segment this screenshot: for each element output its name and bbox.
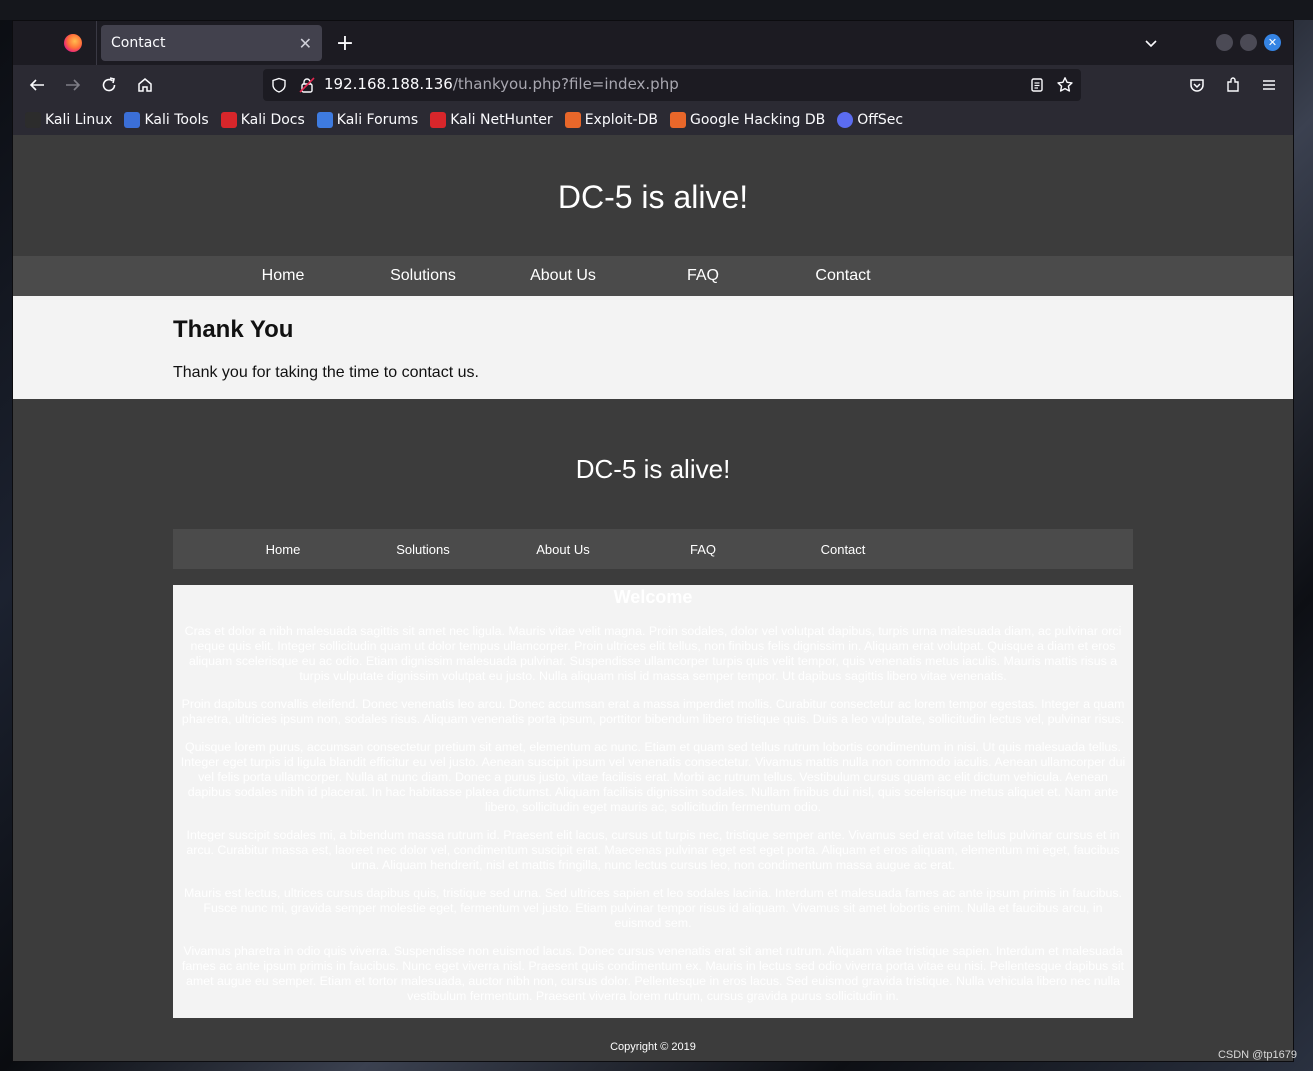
exploit-db-icon <box>564 112 581 128</box>
url-text[interactable]: 192.168.188.136/thankyou.php?file=index.… <box>324 75 679 93</box>
included-menu-item-home[interactable]: Home <box>213 542 353 557</box>
bookmark-label: Kali Tools <box>144 112 209 128</box>
bookmark-star-icon[interactable] <box>1055 75 1075 95</box>
tab-contact[interactable]: Contact ✕ <box>101 25 322 61</box>
desktop-top-bar <box>0 0 1313 20</box>
maximize-button[interactable] <box>1240 34 1257 51</box>
menu-item-home[interactable]: Home <box>213 267 353 285</box>
firefox-window: Contact ✕ + ✕ 192.168.188.136/thankyou.p… <box>12 20 1294 1062</box>
menu-item-faq[interactable]: FAQ <box>633 267 773 285</box>
thank-you-message: Thank you for taking the time to contact… <box>173 364 479 381</box>
tab-strip: Contact ✕ + ✕ <box>13 21 1293 65</box>
url-path: /thankyou.php?file=index.php <box>452 75 679 93</box>
csdn-watermark: CSDN @tp1679 <box>1217 1049 1297 1061</box>
bookmark-kali-forums[interactable]: Kali Forums <box>316 112 419 128</box>
home-icon[interactable] <box>131 71 159 99</box>
new-tab-plus-icon[interactable]: + <box>331 29 359 57</box>
bookmark-label: Kali Docs <box>240 112 305 128</box>
google-hacking-db-icon <box>669 112 686 128</box>
site-title: DC-5 is alive! <box>557 179 749 215</box>
welcome-paragraph: Cras et dolor a nibh malesuada sagittis … <box>184 624 1122 683</box>
firefox-logo-icon[interactable] <box>64 34 82 52</box>
bookmark-kali-nethunter[interactable]: Kali NetHunter <box>430 112 553 128</box>
bookmarks-toolbar: Kali Linux Kali Tools Kali Docs Kali For… <box>13 105 1293 135</box>
bookmark-google-hacking-db[interactable]: Google Hacking DB <box>669 112 826 128</box>
page-content: DC-5 is alive! Home Solutions About Us F… <box>13 135 1293 1061</box>
bookmark-offsec[interactable]: OffSec <box>837 112 903 128</box>
menu-item-contact[interactable]: Contact <box>773 267 913 285</box>
kali-forums-icon <box>316 112 333 128</box>
included-menu-item-contact[interactable]: Contact <box>773 542 913 557</box>
bookmark-label: Kali Forums <box>336 112 419 128</box>
bookmark-label: Kali Linux <box>45 112 113 128</box>
welcome-paragraph: Mauris est lectus, ultrices cursus dapib… <box>183 886 1123 930</box>
bookmark-label: OffSec <box>857 112 904 128</box>
welcome-section: Welcome Cras et dolor a nibh malesuada s… <box>173 585 1133 1018</box>
forward-arrow-icon[interactable] <box>59 71 87 99</box>
welcome-paragraph: Vivamus pharetra in odio quis viverra. S… <box>181 944 1125 1003</box>
welcome-paragraph: Quisque lorem purus, accumsan consectetu… <box>180 740 1126 814</box>
kali-nethunter-icon <box>430 112 447 128</box>
bookmark-label: Kali NetHunter <box>450 112 553 128</box>
tab-separator <box>96 21 97 65</box>
shield-icon[interactable] <box>269 75 289 95</box>
app-menu-hamburger-icon[interactable] <box>1255 71 1283 99</box>
tab-title: Contact <box>111 35 166 51</box>
bookmark-kali-linux[interactable]: Kali Linux <box>25 112 112 128</box>
footer-site-title: DC-5 is alive! <box>575 454 731 484</box>
menu-item-about-us[interactable]: About Us <box>493 267 633 285</box>
thank-you-heading: Thank You <box>173 316 294 343</box>
kali-dragon-icon <box>25 112 41 128</box>
url-bar[interactable]: 192.168.188.136/thankyou.php?file=index.… <box>263 69 1081 101</box>
close-window-button[interactable]: ✕ <box>1264 34 1281 51</box>
reader-view-icon[interactable] <box>1027 75 1047 95</box>
tab-close-icon[interactable]: ✕ <box>299 34 312 53</box>
site-header: DC-5 is alive! <box>13 135 1293 256</box>
insecure-lock-icon[interactable] <box>297 75 317 95</box>
welcome-paragraph: Integer suscipit sodales mi, a bibendum … <box>186 828 1120 872</box>
thank-you-section: Thank You Thank you for taking the time … <box>13 296 1293 399</box>
extensions-puzzle-icon[interactable] <box>1219 71 1247 99</box>
kali-docs-icon <box>220 112 237 128</box>
bookmark-label: Exploit-DB <box>584 112 658 128</box>
offsec-icon <box>837 112 854 128</box>
bookmark-kali-docs[interactable]: Kali Docs <box>220 112 305 128</box>
main-menu: Home Solutions About Us FAQ Contact <box>13 256 1293 296</box>
welcome-paragraph: Proin dapibus convallis eleifend. Donec … <box>181 697 1125 726</box>
back-arrow-icon[interactable] <box>23 71 51 99</box>
menu-item-solutions[interactable]: Solutions <box>353 267 493 285</box>
url-host: 192.168.188.136 <box>324 75 453 93</box>
kali-tools-icon <box>124 112 141 128</box>
included-menu-item-about-us[interactable]: About Us <box>493 542 633 557</box>
bookmark-kali-tools[interactable]: Kali Tools <box>124 112 209 128</box>
included-menu-item-faq[interactable]: FAQ <box>633 542 773 557</box>
pocket-icon[interactable] <box>1183 71 1211 99</box>
copyright-text: Copyright © 2019 <box>610 1041 696 1053</box>
minimize-button[interactable] <box>1216 34 1233 51</box>
bookmark-exploit-db[interactable]: Exploit-DB <box>564 112 658 128</box>
list-tabs-chevron-down-icon[interactable] <box>1139 31 1163 55</box>
welcome-heading: Welcome <box>613 587 693 607</box>
included-menu-item-solutions[interactable]: Solutions <box>353 542 493 557</box>
included-menu: Home Solutions About Us FAQ Contact <box>173 529 1133 569</box>
bookmark-label: Google Hacking DB <box>689 112 826 128</box>
navigation-toolbar: 192.168.188.136/thankyou.php?file=index.… <box>13 65 1293 105</box>
reload-icon[interactable] <box>95 71 123 99</box>
